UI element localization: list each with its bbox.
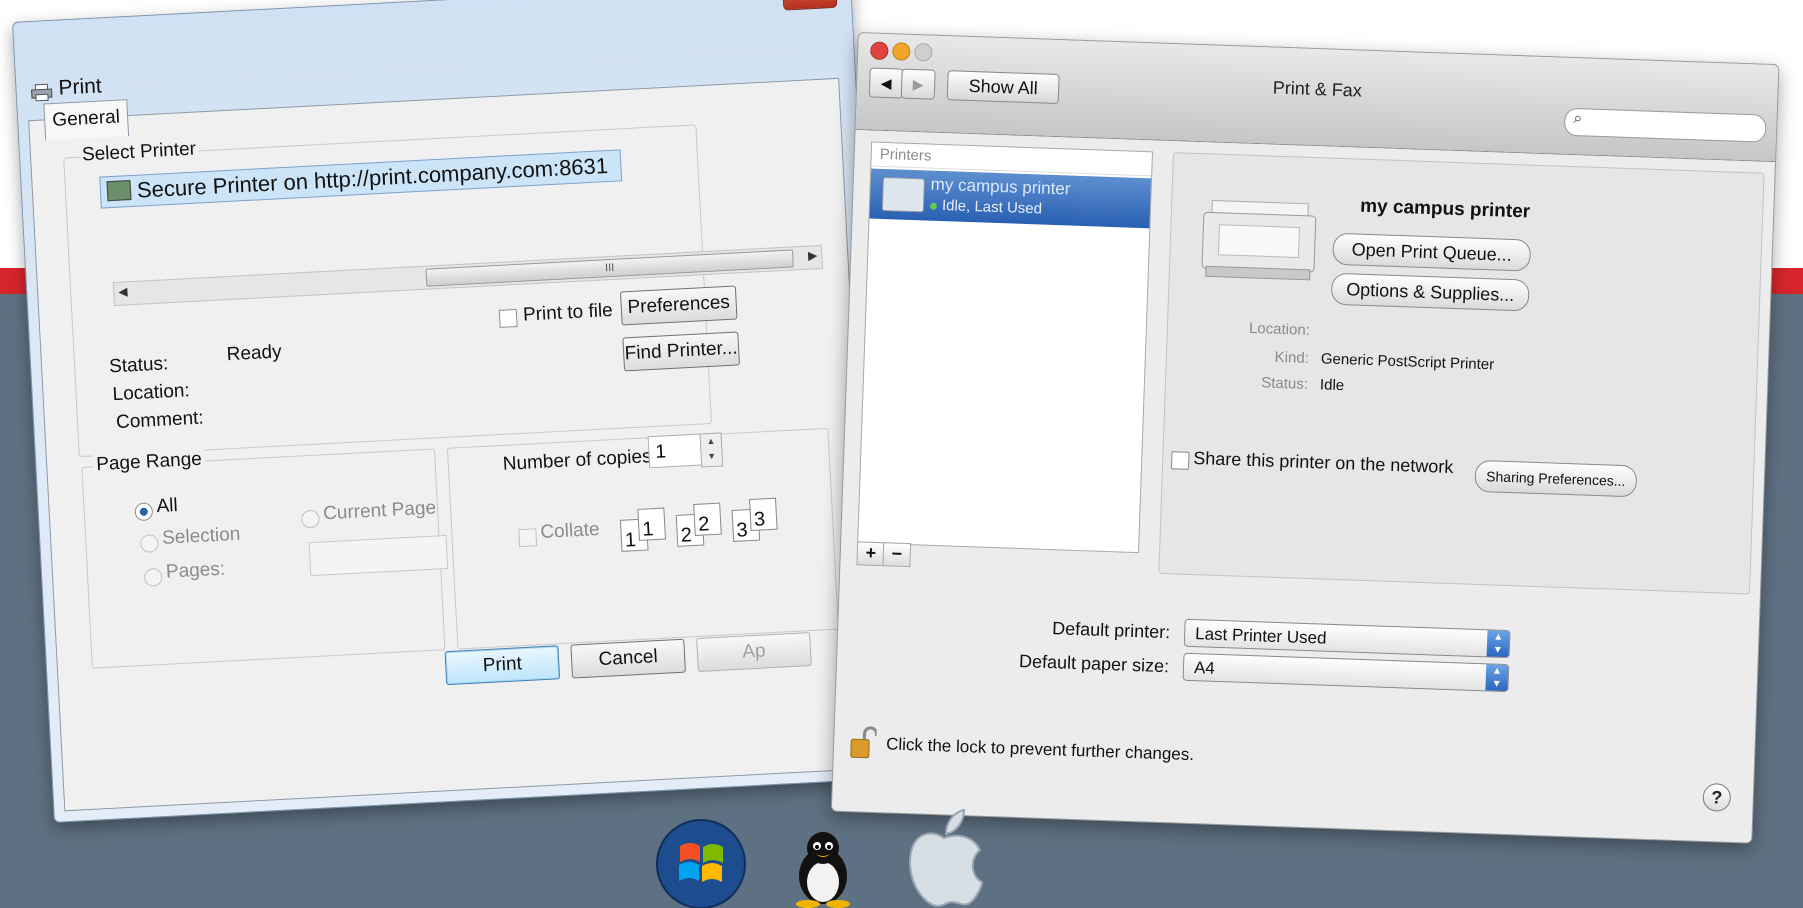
- printer-name: my campus printer: [930, 174, 1071, 199]
- copies-stepper[interactable]: ▲ ▼: [699, 432, 724, 468]
- printer-icon: [1201, 199, 1317, 281]
- lock-icon[interactable]: [850, 725, 877, 760]
- collate-label: Collate: [539, 518, 601, 544]
- back-button[interactable]: ◀: [868, 67, 904, 99]
- linux-tux-icon: [796, 832, 850, 908]
- network-printer-icon: [106, 180, 132, 202]
- share-printer-checkbox[interactable]: [1170, 451, 1190, 470]
- cancel-button[interactable]: Cancel: [570, 638, 686, 679]
- default-paper-label: Default paper size:: [1018, 651, 1170, 677]
- printer-status: Idle, Last Used: [929, 197, 1042, 218]
- default-printer-select[interactable]: Last Printer Used ▲ ▼: [1183, 618, 1511, 659]
- find-printer-button[interactable]: Find Printer...: [622, 331, 740, 372]
- pages-label: Pages:: [165, 558, 226, 583]
- close-button[interactable]: ✕: [781, 0, 838, 11]
- default-paper-select[interactable]: A4 ▲ ▼: [1182, 652, 1510, 693]
- mac-print-fax-window: Print & Fax ◀ ▶ Show All ⌕ Printers my c…: [830, 32, 1780, 844]
- print-to-file-checkbox[interactable]: [498, 308, 518, 328]
- collate-page: 2: [693, 502, 722, 536]
- open-print-queue-button[interactable]: Open Print Queue...: [1332, 232, 1532, 272]
- dialog-title: Print: [57, 74, 103, 100]
- share-printer-label: Share this printer on the network: [1192, 447, 1454, 478]
- preferences-button[interactable]: Preferences: [619, 285, 738, 326]
- forward-button[interactable]: ▶: [900, 68, 936, 100]
- status-value: Ready: [226, 341, 283, 366]
- scroll-left-icon[interactable]: ◀: [118, 284, 128, 298]
- pages-input[interactable]: [308, 534, 449, 577]
- search-icon: ⌕: [1573, 110, 1583, 128]
- minimize-window-button[interactable]: [892, 42, 911, 61]
- printer-detail-panel: my campus printer Open Print Queue... Op…: [1158, 152, 1765, 595]
- printer-icon: [31, 83, 53, 102]
- location-label: Location:: [1248, 319, 1311, 339]
- scroll-right-icon[interactable]: ▶: [808, 248, 818, 262]
- status-dot-icon: [929, 202, 938, 210]
- select-arrows-icon: ▲ ▼: [1485, 664, 1509, 692]
- collate-page: 1: [637, 507, 666, 541]
- options-supplies-button[interactable]: Options & Supplies...: [1330, 272, 1530, 312]
- add-printer-button[interactable]: +: [856, 541, 886, 567]
- apply-button[interactable]: Ap: [696, 632, 812, 672]
- kind-label: Kind:: [1274, 348, 1310, 367]
- collate-checkbox[interactable]: [518, 528, 538, 548]
- close-icon: ✕: [800, 0, 820, 7]
- comment-label: Comment:: [115, 407, 205, 434]
- select-arrows-icon: ▲ ▼: [1486, 630, 1510, 658]
- printer-icon: [881, 176, 925, 213]
- windows-print-dialog: Print ✕ Select Printer Page Range Genera…: [12, 0, 893, 823]
- tab-general[interactable]: General: [43, 99, 130, 141]
- show-all-button[interactable]: Show All: [946, 70, 1060, 105]
- printer-list-item[interactable]: my campus printer Idle, Last Used: [869, 168, 1152, 229]
- status-value: Idle: [1319, 376, 1345, 395]
- print-button[interactable]: Print: [444, 645, 561, 686]
- kind-value: Generic PostScript Printer: [1320, 350, 1495, 374]
- help-button[interactable]: ?: [1702, 782, 1732, 812]
- close-window-button[interactable]: [870, 41, 889, 61]
- lock-message: Click the lock to prevent further change…: [885, 734, 1195, 765]
- search-input[interactable]: ⌕: [1563, 107, 1767, 143]
- remove-printer-button[interactable]: −: [882, 542, 912, 568]
- location-label: Location:: [112, 380, 191, 406]
- printers-list: Printers my campus printer Idle, Last Us…: [857, 141, 1154, 554]
- help-icon: ?: [1710, 787, 1723, 808]
- status-label: Status:: [1261, 374, 1309, 393]
- print-to-file-label: Print to file: [522, 299, 614, 326]
- apple-logo-icon: [908, 808, 984, 908]
- printer-detail-name: my campus printer: [1359, 195, 1531, 223]
- collate-page: 3: [748, 497, 778, 532]
- default-printer-label: Default printer:: [1051, 618, 1171, 643]
- zoom-window-button[interactable]: [914, 42, 933, 62]
- sharing-preferences-button[interactable]: Sharing Preferences...: [1474, 459, 1638, 498]
- status-label: Status:: [108, 353, 169, 378]
- selection-label: Selection: [161, 523, 241, 549]
- all-label: All: [156, 495, 179, 518]
- windows-logo-icon: [656, 819, 746, 908]
